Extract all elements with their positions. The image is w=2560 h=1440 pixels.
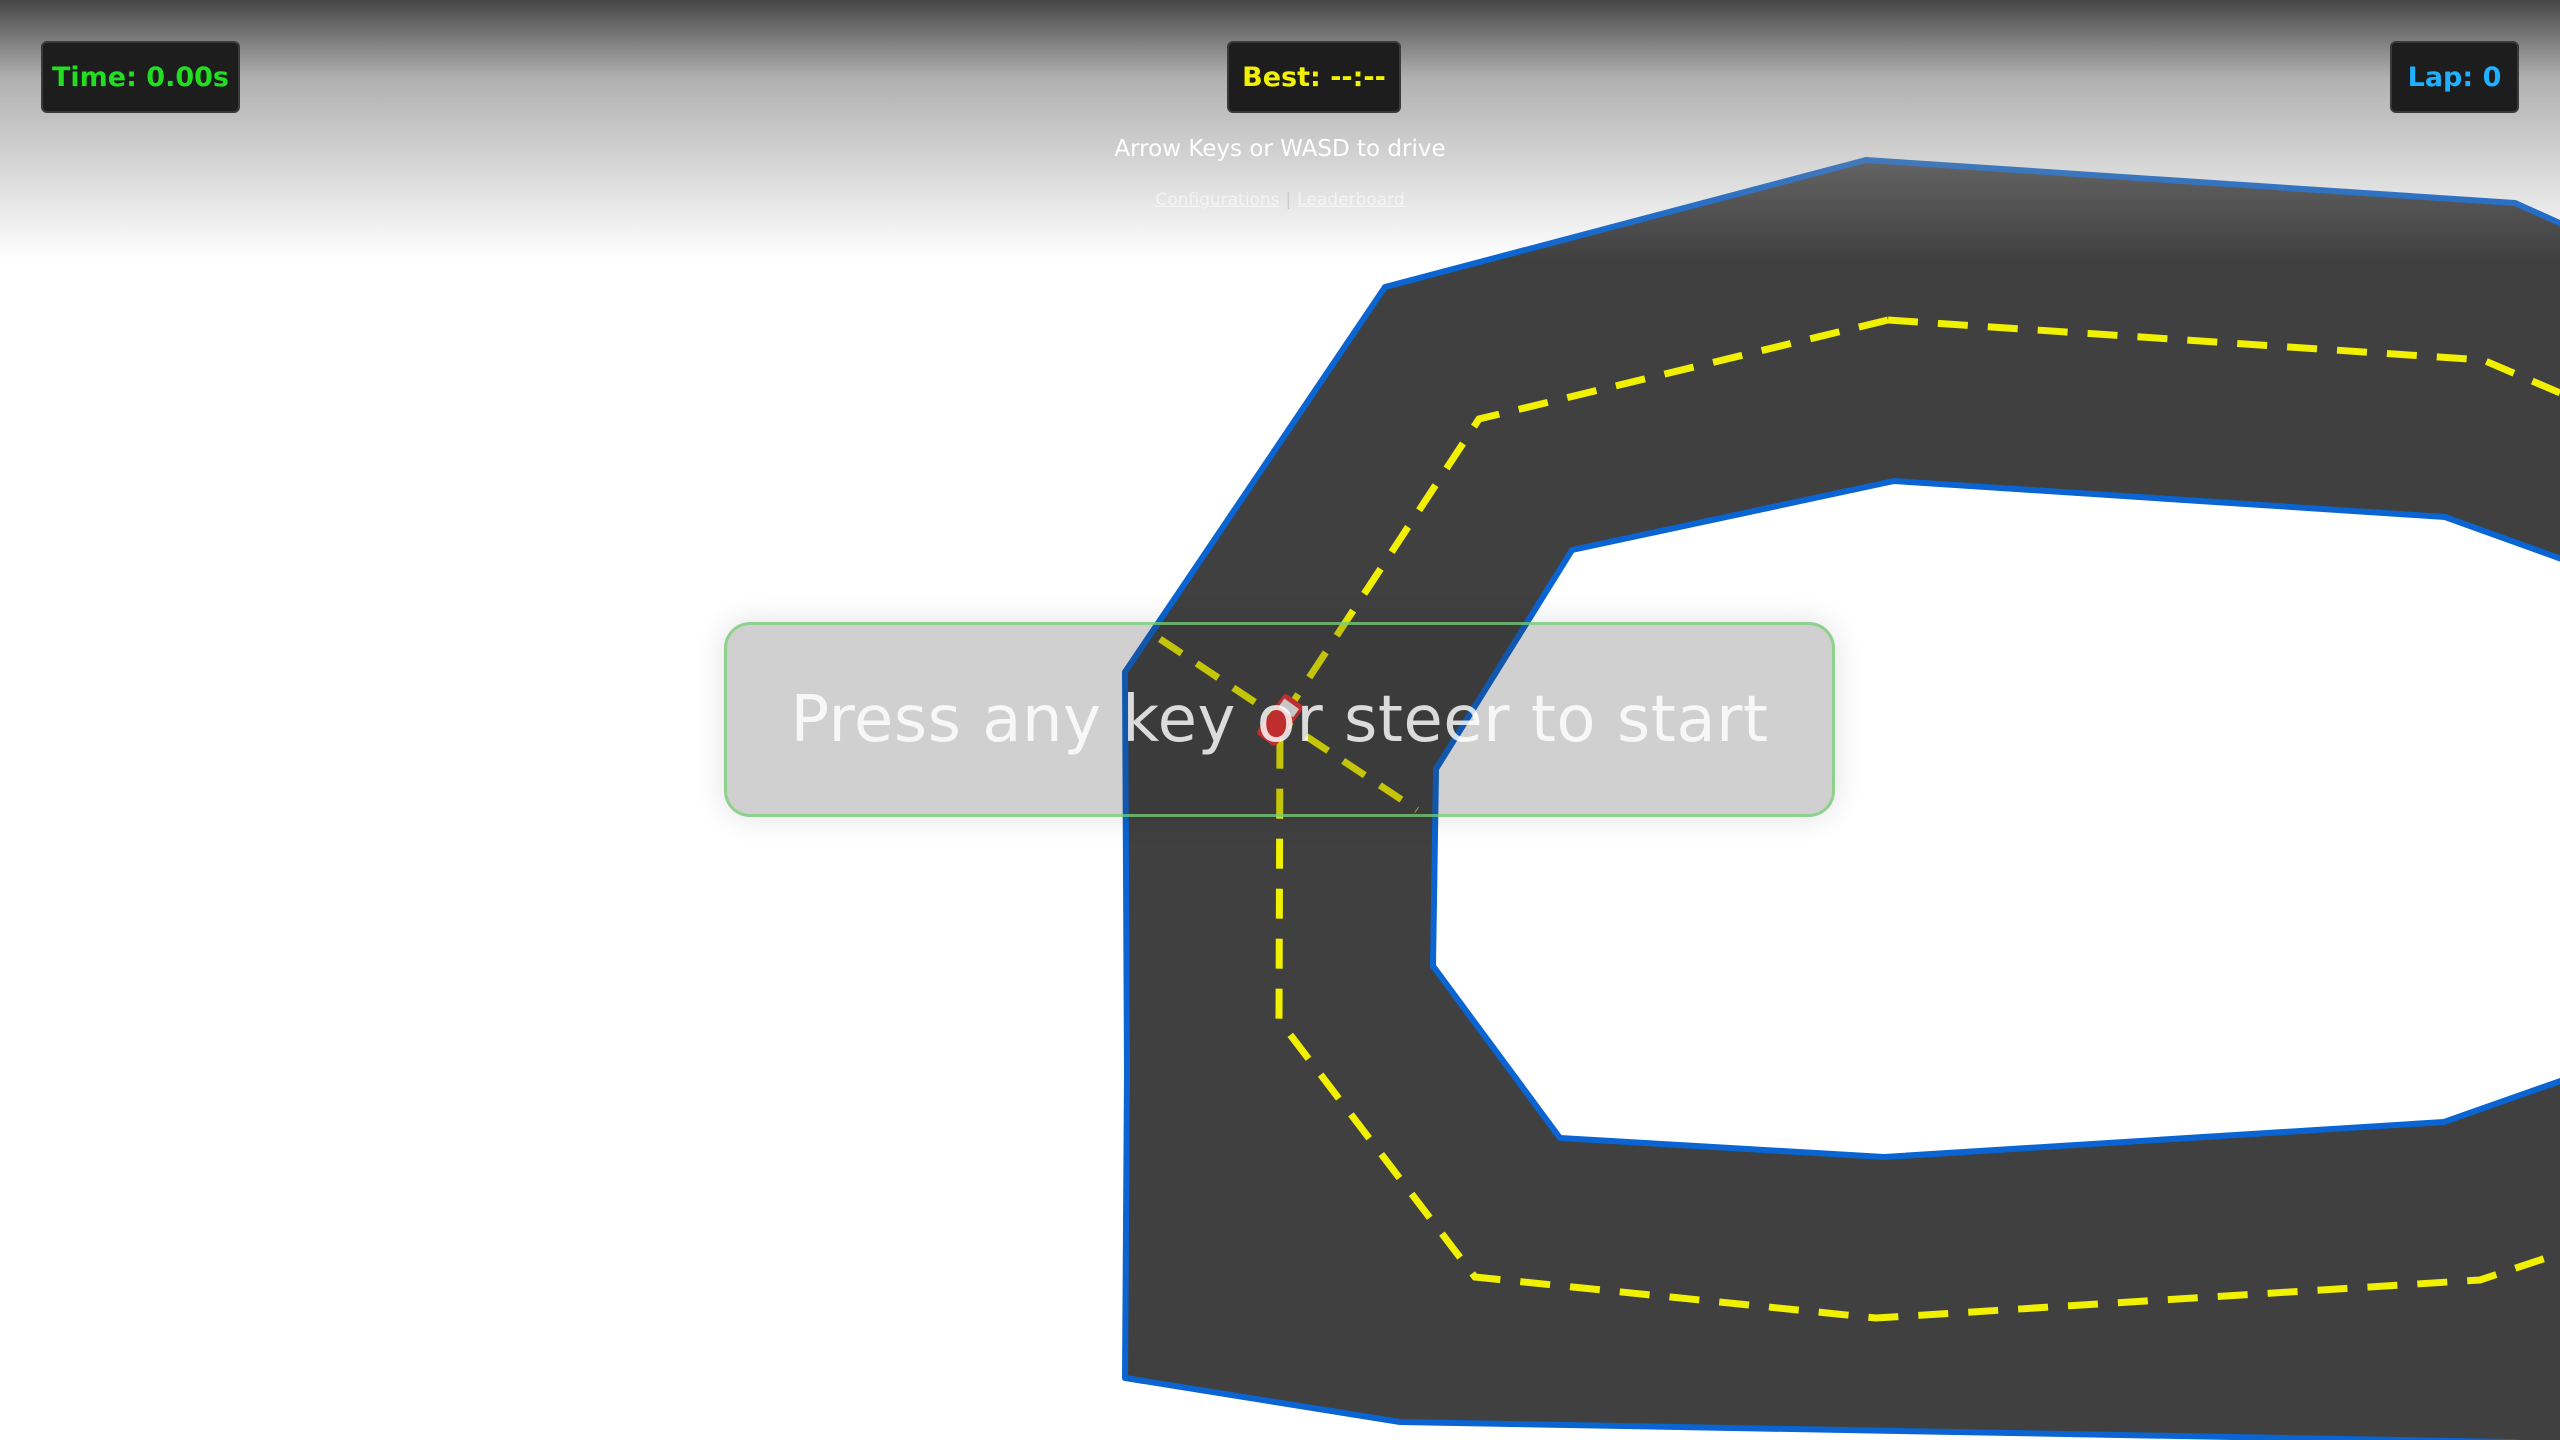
start-message: Press any key or steer to start <box>790 682 1769 757</box>
start-overlay[interactable]: Press any key or steer to start <box>724 622 1835 817</box>
time-text: Time: 0.00s <box>51 61 229 93</box>
time-display: Time: 0.00s <box>41 41 240 113</box>
leaderboard-link[interactable]: Leaderboard <box>1297 190 1404 210</box>
controls-hint: Arrow Keys or WASD to drive <box>1114 136 1446 162</box>
best-time-display: Best: --:-- <box>1227 41 1401 113</box>
footer-links: Configurations | Leaderboard <box>0 190 2560 210</box>
lap-counter: Lap: 0 <box>2390 41 2519 113</box>
best-text: Best: --:-- <box>1242 61 1386 93</box>
configurations-link[interactable]: Configurations <box>1155 190 1279 210</box>
lap-text: Lap: 0 <box>2407 61 2502 93</box>
game-stage[interactable]: Time: 0.00s Best: --:-- Lap: 0 Arrow Key… <box>0 0 2560 1440</box>
link-separator: | <box>1285 190 1292 210</box>
